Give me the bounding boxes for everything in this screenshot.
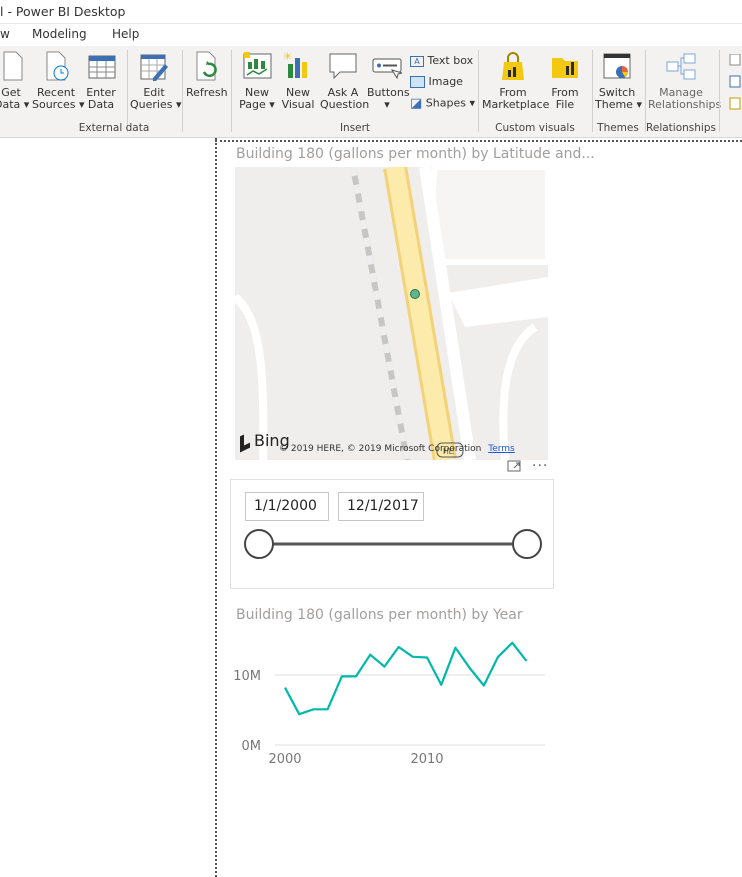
shapes-button[interactable]: ◪ Shapes ▾	[410, 96, 475, 111]
table-icon	[86, 50, 116, 82]
title-bar: l - Power BI Desktop	[0, 0, 742, 24]
data-point[interactable]	[467, 665, 473, 671]
group-relationships: Relationships	[646, 122, 716, 134]
ribbon-separator	[645, 50, 646, 132]
data-point[interactable]	[367, 652, 373, 658]
switch-theme-button[interactable]: Switch Theme ▾	[595, 50, 642, 118]
menu-modeling[interactable]: Modeling	[32, 27, 87, 41]
focus-mode-icon[interactable]	[507, 459, 521, 477]
date-slicer: 1/1/2000 12/1/2017	[230, 479, 554, 589]
ribbon-separator	[592, 50, 593, 132]
enter-data-button[interactable]: Enter Data	[84, 50, 118, 118]
ribbon-separator	[182, 50, 183, 132]
window-title: l - Power BI Desktop	[0, 4, 126, 19]
data-point[interactable]	[325, 706, 331, 712]
buttons-button[interactable]: Buttons ▾	[367, 50, 410, 118]
svg-text:✳: ✳	[283, 50, 292, 63]
data-point[interactable]	[410, 654, 416, 660]
manage-relationships-button[interactable]: Manage Relationships	[648, 50, 721, 118]
speech-bubble-icon	[328, 50, 358, 82]
map-visual[interactable]: HE Bing © 2019 HERE, © 2019 Microsoft Co…	[235, 167, 548, 460]
data-point[interactable]	[381, 664, 387, 670]
button-icon	[372, 50, 404, 82]
line-chart-title: Building 180 (gallons per month) by Year	[236, 607, 523, 623]
new-page-icon	[242, 50, 272, 82]
bing-icon	[240, 431, 250, 452]
ribbon-separator	[127, 50, 128, 132]
new-visual-icon: ✳	[283, 50, 313, 82]
new-page-button[interactable]: New Page ▾	[238, 50, 276, 118]
group-themes: Themes	[597, 122, 639, 134]
ribbon-separator	[719, 50, 720, 132]
end-date-input[interactable]: 12/1/2017	[338, 492, 424, 521]
recent-sources-icon	[41, 50, 71, 82]
group-custom-visuals: Custom visuals	[495, 122, 575, 134]
data-point[interactable]	[296, 711, 302, 717]
more-options-icon[interactable]: ···	[532, 458, 548, 474]
group-external-data: External data	[78, 122, 150, 134]
folder-chart-icon	[550, 50, 580, 82]
data-point[interactable]	[353, 673, 359, 679]
refresh-button[interactable]: Refresh	[186, 50, 228, 118]
get-data-button[interactable]: GetData ▾	[0, 50, 29, 118]
data-point[interactable]	[438, 682, 444, 688]
from-marketplace-button[interactable]: From Marketplace	[482, 50, 549, 118]
text-box-button[interactable]: A Text box	[410, 54, 473, 67]
ask-a-question-button[interactable]: Ask A Question	[320, 50, 369, 118]
text-box-icon: A	[410, 55, 424, 67]
map-attribution: © 2019 HERE, © 2019 Microsoft Corporatio…	[279, 444, 515, 454]
canvas-border-left	[215, 138, 217, 877]
image-icon	[410, 76, 425, 88]
data-point[interactable]	[495, 654, 501, 660]
menu-help[interactable]: Help	[112, 27, 139, 41]
canvas-border-top	[215, 140, 742, 142]
y-tick-label: 10M	[233, 669, 261, 684]
menu-bar: w Modeling Help	[0, 24, 742, 46]
edit-queries-button[interactable]: Edit Queries ▾	[130, 50, 182, 118]
data-point[interactable]	[523, 658, 529, 664]
shapes-icon: ◪	[410, 96, 423, 111]
x-tick-label: 2000	[268, 752, 301, 767]
relationships-icon	[666, 50, 696, 82]
ribbon-separator	[478, 50, 479, 132]
ribbon: GetData ▾ RecentSources ▾ EnterData Edit…	[0, 46, 742, 138]
map-visual-title: Building 180 (gallons per month) by Lati…	[236, 146, 595, 162]
data-point[interactable]	[310, 706, 316, 712]
data-point[interactable]	[282, 685, 288, 691]
slider-start-handle[interactable]	[244, 529, 274, 559]
data-point[interactable]	[509, 640, 515, 646]
shopping-bag-icon	[498, 50, 528, 82]
series-line[interactable]	[284, 641, 528, 716]
from-file-button[interactable]: From File	[546, 50, 584, 118]
slider-end-handle[interactable]	[512, 529, 542, 559]
terms-link[interactable]: Terms	[488, 444, 515, 454]
data-point[interactable]	[396, 644, 402, 650]
x-tick-label: 2010	[410, 752, 443, 767]
database-icon	[0, 50, 26, 82]
data-point[interactable]	[452, 645, 458, 651]
new-visual-button[interactable]: ✳ New Visual	[280, 50, 316, 118]
image-button[interactable]: Image	[410, 75, 463, 88]
data-point[interactable]	[339, 673, 345, 679]
recent-sources-button[interactable]: Recent Sources ▾	[32, 50, 85, 118]
data-point[interactable]	[481, 683, 487, 689]
line-chart[interactable]: 0M 10M 2000 2010	[225, 630, 555, 780]
ribbon-separator	[231, 50, 232, 132]
group-insert: Insert	[339, 122, 371, 134]
theme-icon	[602, 50, 632, 82]
data-point[interactable]	[424, 655, 430, 661]
edit-queries-icon	[139, 50, 169, 82]
calculation-icon[interactable]	[728, 53, 742, 118]
y-tick-label: 0M	[242, 739, 262, 754]
start-date-input[interactable]: 1/1/2000	[245, 492, 329, 521]
menu-view[interactable]: w	[0, 27, 10, 41]
refresh-icon	[191, 50, 221, 82]
